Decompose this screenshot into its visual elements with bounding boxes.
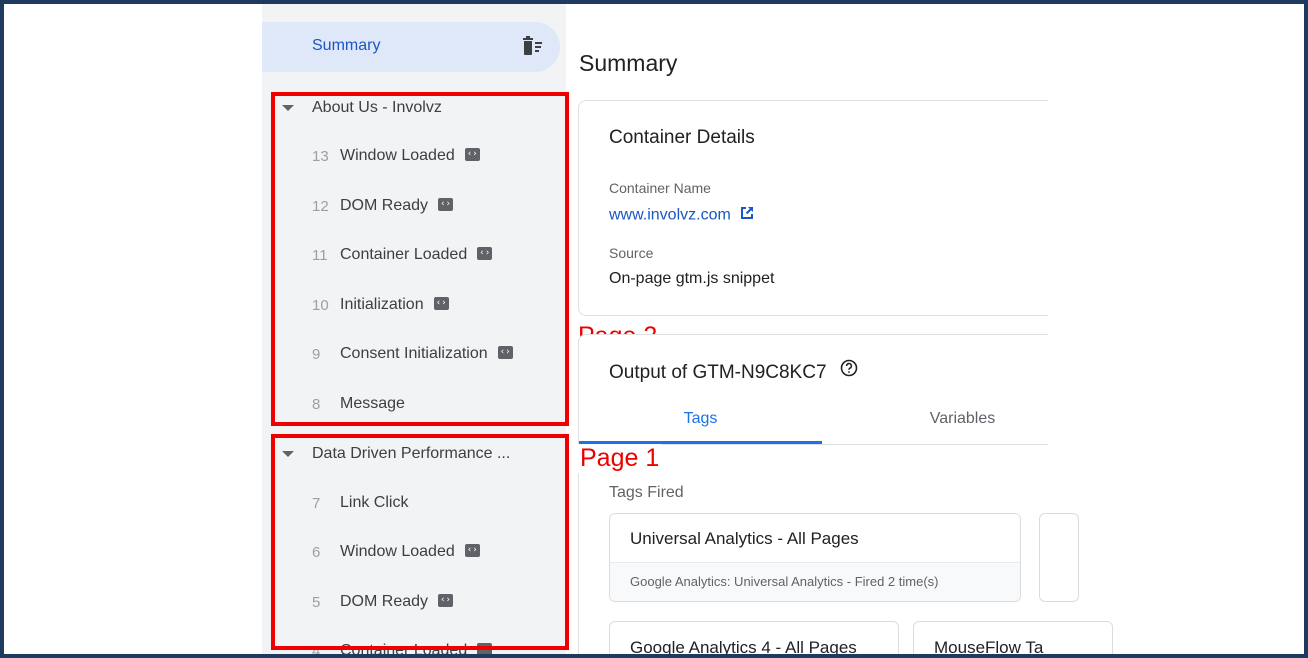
output-title: Output of GTM-N9C8KC7 <box>609 362 827 384</box>
tag-name: Google Analytics 4 - All Pages <box>630 638 857 654</box>
sidebar-item-summary[interactable]: Summary <box>262 22 560 72</box>
delete-sweep-icon[interactable] <box>520 35 546 59</box>
screenshot-frame: Summary About Us - Involvz 13 Window Loa… <box>4 4 1304 654</box>
page-title: Summary <box>579 50 678 76</box>
output-card: Output of GTM-N9C8KC7 Tags Variables Tag… <box>578 334 1113 654</box>
tab-variables[interactable]: Variables <box>841 410 1084 428</box>
tag-card[interactable] <box>1039 513 1079 602</box>
container-name-link[interactable]: www.involvz.com <box>609 205 755 226</box>
container-name-value: www.involvz.com <box>609 206 731 224</box>
tags-fired-label: Tags Fired <box>609 484 684 501</box>
annotation-box-page-1 <box>271 434 569 650</box>
output-title-row: Output of GTM-N9C8KC7 <box>609 359 858 385</box>
tag-card[interactable]: Google Analytics 4 - All Pages <box>609 621 899 654</box>
container-name-label: Container Name <box>609 180 711 196</box>
tag-card[interactable]: MouseFlow Ta <box>913 621 1113 654</box>
open-in-new-icon <box>739 205 755 226</box>
tag-name: Universal Analytics - All Pages <box>630 529 859 548</box>
source-value: On-page gtm.js snippet <box>609 270 775 287</box>
tag-name: MouseFlow Ta <box>934 638 1044 654</box>
container-details-card: Container Details Container Name www.inv… <box>578 100 1048 316</box>
tag-card[interactable]: Universal Analytics - All Pages Google A… <box>609 513 1021 602</box>
tag-footer: Google Analytics: Universal Analytics - … <box>610 562 1020 601</box>
sidebar-summary-label: Summary <box>312 37 381 54</box>
container-details-title: Container Details <box>609 127 755 148</box>
help-icon[interactable] <box>840 359 858 383</box>
tag-detail: Google Analytics: Universal Analytics - … <box>630 574 939 589</box>
annotation-box-page-2 <box>271 92 569 426</box>
tab-tags[interactable]: Tags <box>579 410 822 428</box>
annotation-page-1: Page 1 <box>578 444 662 473</box>
source-label: Source <box>609 245 654 261</box>
